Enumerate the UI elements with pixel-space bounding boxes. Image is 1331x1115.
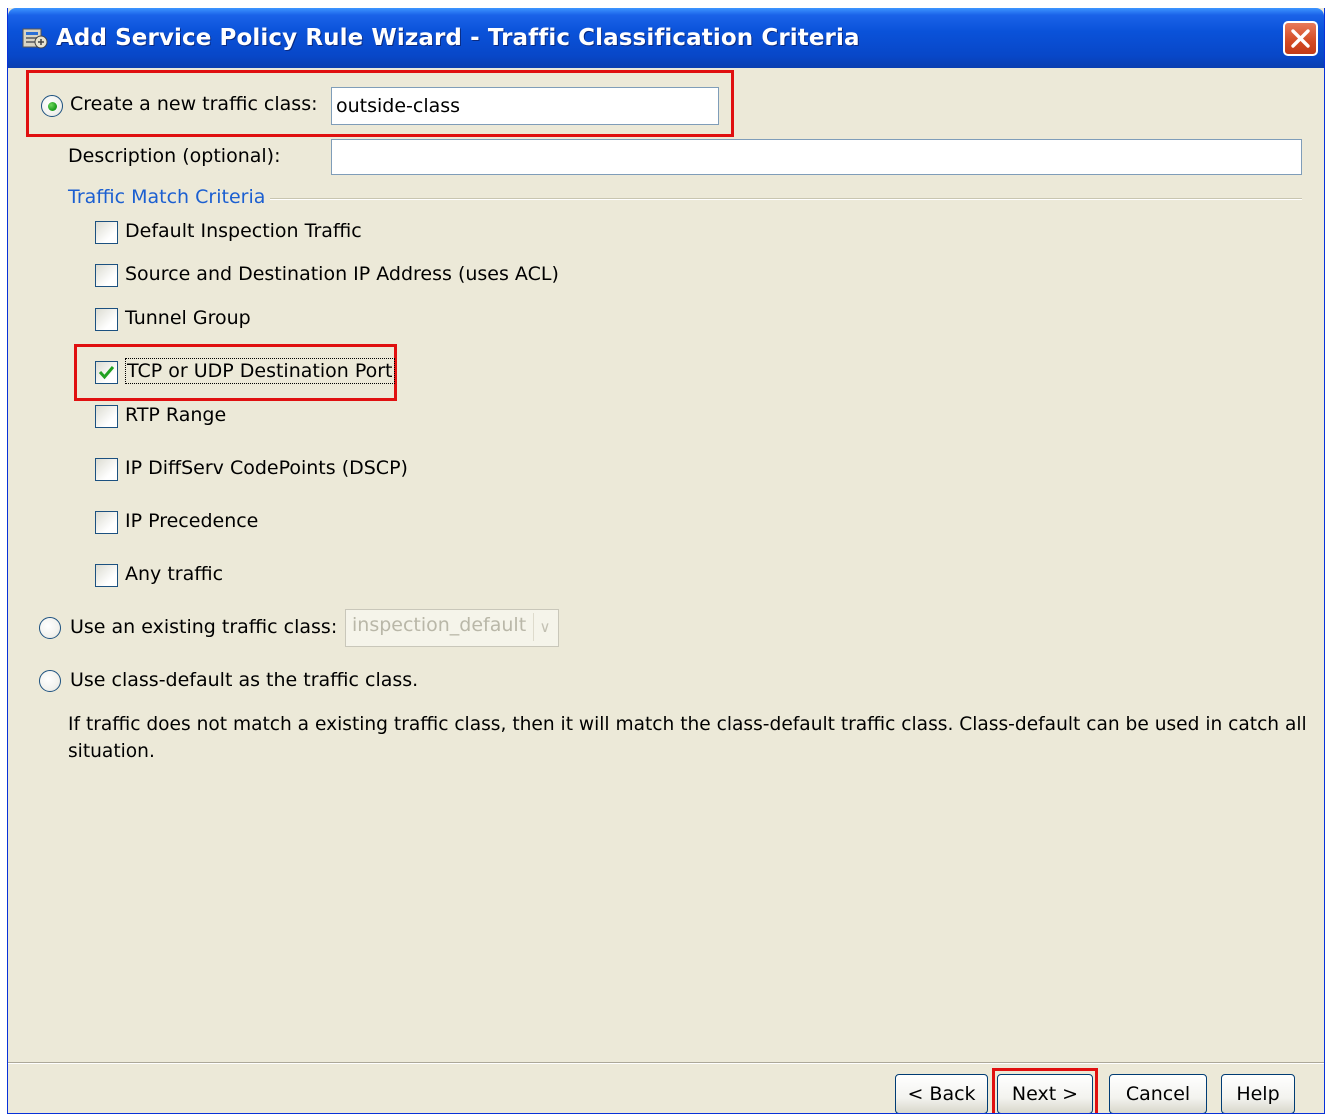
- title-bar[interactable]: Add Service Policy Rule Wizard - Traffic…: [8, 8, 1324, 68]
- checkbox-tunnel-group[interactable]: [95, 308, 118, 331]
- chevron-down-icon: ∨: [533, 613, 556, 641]
- label-tcp-udp-port: TCP or UDP Destination Port: [125, 358, 395, 384]
- wizard-window: Add Service Policy Rule Wizard - Traffic…: [7, 8, 1325, 1114]
- next-button[interactable]: Next >: [997, 1074, 1093, 1113]
- info-text-line1: If traffic does not match a existing tra…: [68, 714, 1307, 735]
- label-dscp: IP DiffServ CodePoints (DSCP): [125, 457, 408, 479]
- existing-class-label: Use an existing traffic class:: [70, 616, 338, 638]
- existing-class-radio[interactable]: [39, 617, 61, 639]
- label-tunnel-group: Tunnel Group: [125, 307, 251, 329]
- new-class-name-input[interactable]: [331, 87, 719, 125]
- asdm-app-icon: [22, 28, 48, 49]
- checkbox-default-inspection[interactable]: [95, 221, 118, 244]
- checkbox-dscp[interactable]: [95, 458, 118, 481]
- new-class-label: Create a new traffic class:: [70, 93, 318, 115]
- existing-class-select[interactable]: inspection_default ∨: [345, 609, 559, 647]
- traffic-match-criteria-title: Traffic Match Criteria: [68, 186, 266, 208]
- label-default-inspection: Default Inspection Traffic: [125, 220, 362, 242]
- class-default-radio[interactable]: [39, 670, 61, 692]
- window-title: Add Service Policy Rule Wizard - Traffic…: [56, 25, 860, 51]
- radio-selected-dot: [48, 102, 57, 111]
- criteria-separator: [270, 198, 1302, 200]
- checkbox-rtp-range[interactable]: [95, 405, 118, 428]
- close-icon: [1291, 29, 1310, 48]
- label-rtp-range: RTP Range: [125, 404, 227, 426]
- label-any-traffic: Any traffic: [125, 563, 224, 585]
- class-default-label: Use class-default as the traffic class.: [70, 669, 419, 691]
- help-button[interactable]: Help: [1221, 1074, 1295, 1113]
- description-label: Description (optional):: [68, 145, 281, 167]
- info-text-line2: situation.: [68, 741, 155, 762]
- back-button[interactable]: < Back: [895, 1074, 988, 1113]
- label-ip-precedence: IP Precedence: [125, 510, 259, 532]
- close-button[interactable]: [1283, 21, 1318, 56]
- description-input[interactable]: [331, 139, 1302, 175]
- cancel-button[interactable]: Cancel: [1109, 1074, 1207, 1113]
- checkbox-tcp-udp-port[interactable]: [95, 361, 118, 384]
- checkmark-icon: [98, 366, 115, 380]
- checkbox-source-destination-ip[interactable]: [95, 264, 118, 287]
- new-class-radio[interactable]: [41, 95, 63, 117]
- checkbox-any-traffic[interactable]: [95, 564, 118, 587]
- checkbox-ip-precedence[interactable]: [95, 511, 118, 534]
- existing-class-selected-value: inspection_default: [352, 614, 527, 636]
- dialog-content: Create a new traffic class: Description …: [8, 68, 1324, 1113]
- label-source-destination-ip: Source and Destination IP Address (uses …: [125, 263, 559, 285]
- button-bar-separator: [8, 1062, 1324, 1064]
